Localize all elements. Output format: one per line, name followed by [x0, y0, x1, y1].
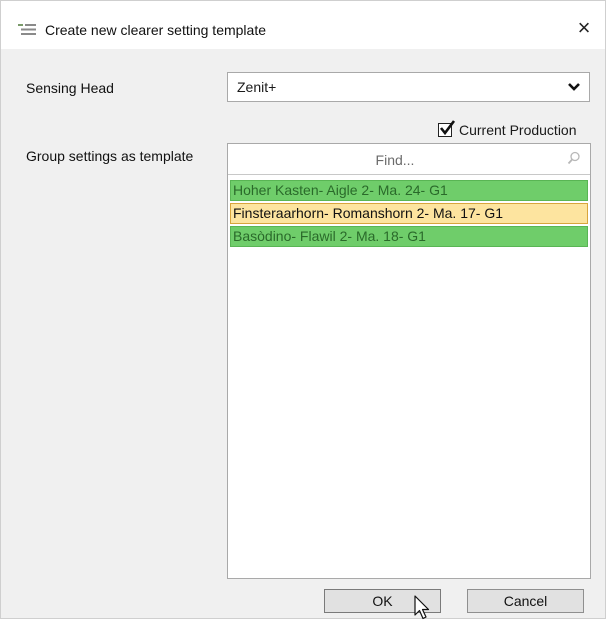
checkmark-icon: [439, 120, 456, 136]
list-item[interactable]: Hoher Kasten- Aigle 2- Ma. 24- G1: [230, 180, 588, 201]
group-settings-list[interactable]: Hoher Kasten- Aigle 2- Ma. 24- G1 Finste…: [227, 143, 591, 579]
title-bar: Create new clearer setting template ×: [1, 1, 605, 49]
mouse-pointer-icon: [414, 595, 430, 620]
window-list-icon: [18, 24, 36, 35]
close-button[interactable]: ×: [571, 15, 597, 41]
close-icon: ×: [577, 15, 591, 40]
sensing-head-label: Sensing Head: [26, 80, 114, 96]
find-input[interactable]: [228, 144, 562, 175]
list-item[interactable]: Basòdino- Flawil 2- Ma. 18- G1: [230, 226, 588, 247]
chevron-down-icon: [568, 83, 580, 91]
sensing-head-value: Zenit+: [237, 79, 277, 95]
current-production-checkbox[interactable]: [438, 120, 456, 137]
list-item-selected[interactable]: Finsteraarhorn- Romanshorn 2- Ma. 17- G1: [230, 203, 588, 224]
window-title: Create new clearer setting template: [45, 22, 266, 38]
template-items: Hoher Kasten- Aigle 2- Ma. 24- G1 Finste…: [230, 180, 588, 249]
find-box: [228, 144, 590, 175]
current-production-label: Current Production: [459, 122, 577, 138]
group-settings-label: Group settings as template: [26, 148, 194, 164]
dialog-window: Create new clearer setting template × Se…: [0, 0, 606, 620]
search-icon[interactable]: [567, 151, 581, 165]
sensing-head-select[interactable]: Zenit+: [227, 72, 590, 102]
cancel-button[interactable]: Cancel: [467, 589, 584, 613]
